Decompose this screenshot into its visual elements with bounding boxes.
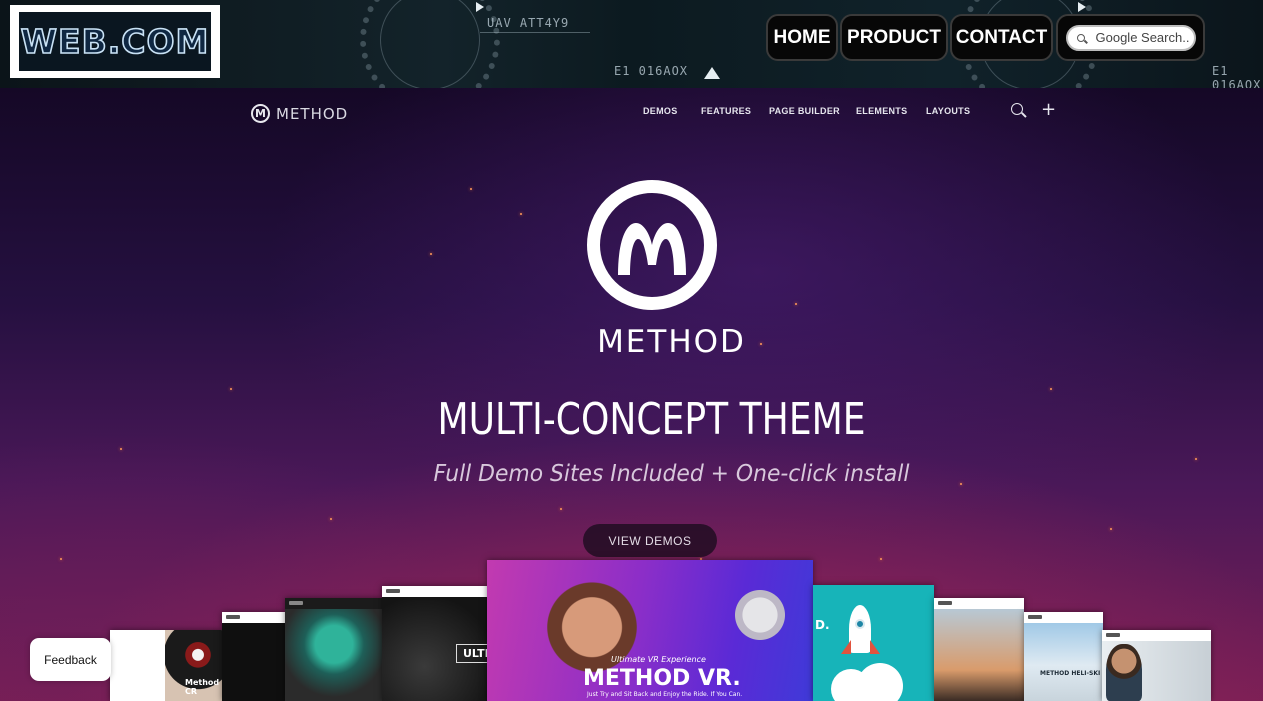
rocket-fin: [870, 640, 880, 654]
hero-headline: MULTI-CONCEPT THEME: [437, 394, 866, 445]
site-logo-text: WEB.COM: [20, 21, 210, 62]
hero-section: M METHOD DEMOS FEATURES PAGE BUILDER ELE…: [0, 88, 1263, 701]
hero-brand: METHOD: [597, 324, 746, 360]
method-logo-word: METHOD: [276, 104, 349, 123]
feedback-button[interactable]: Feedback: [30, 638, 111, 681]
demo-preview-heliski[interactable]: METHOD HELI-SKI: [1024, 612, 1103, 701]
nav-product-button[interactable]: PRODUCT: [840, 14, 948, 61]
preview-topbar: [285, 598, 383, 609]
demo-preview-portrait[interactable]: [1102, 630, 1211, 701]
preview-topbar: [1024, 612, 1103, 623]
hud-ring-decoration: [380, 0, 480, 88]
theme-nav-elements[interactable]: ELEMENTS: [856, 106, 907, 116]
method-emblem-icon: [587, 180, 717, 310]
demo-preview-cyclist[interactable]: [934, 598, 1024, 701]
preview-title: METHOD VR.: [583, 666, 741, 691]
method-logo-icon: M: [251, 104, 270, 123]
ember-decoration: [470, 188, 472, 190]
theme-nav-page-builder[interactable]: PAGE BUILDER: [769, 106, 840, 116]
hud-readout: UAV ATT4Y9: [487, 16, 570, 30]
hud-readout: E1 016AOX: [1212, 64, 1262, 88]
ember-decoration: [795, 303, 797, 305]
ember-decoration: [880, 558, 882, 560]
demo-preview-dark[interactable]: [222, 612, 286, 701]
site-header: UAV ATT4Y9 E1 016AOX E1 016AOX WEB.COM H…: [0, 0, 1263, 88]
theme-nav-features[interactable]: FEATURES: [701, 106, 751, 116]
preview-caption: D.: [815, 618, 830, 632]
view-demos-button[interactable]: VIEW DEMOS: [583, 524, 717, 557]
preview-topbar: [382, 586, 488, 597]
preview-topbar: [222, 612, 286, 623]
hud-divider: [480, 32, 590, 33]
vr-headset-image: [725, 580, 795, 650]
theme-nav-demos[interactable]: DEMOS: [643, 106, 678, 116]
ember-decoration: [230, 388, 232, 390]
method-nav-logo[interactable]: M METHOD: [251, 104, 348, 123]
site-logo[interactable]: WEB.COM: [10, 5, 220, 78]
ember-decoration: [430, 253, 432, 255]
preview-image: [1106, 644, 1142, 701]
triangle-icon: [704, 67, 720, 79]
play-icon: [476, 2, 484, 12]
rocket-window: [855, 619, 865, 629]
page: UAV ATT4Y9 E1 016AOX E1 016AOX WEB.COM H…: [0, 0, 1263, 701]
search-field[interactable]: [1065, 24, 1196, 51]
nav-home-button[interactable]: HOME: [766, 14, 838, 61]
ember-decoration: [1195, 458, 1197, 460]
plus-icon[interactable]: +: [1041, 101, 1056, 119]
demo-preview-creative[interactable]: Method CR: [110, 630, 222, 701]
ember-decoration: [120, 448, 122, 450]
search-icon[interactable]: [1011, 103, 1023, 115]
hero-subheadline: Full Demo Sites Included + One-click ins…: [433, 461, 910, 487]
theme-nav-layouts[interactable]: LAYOUTS: [926, 106, 970, 116]
rocket-fin: [841, 640, 851, 654]
ember-decoration: [1050, 388, 1052, 390]
cloud-decoration: [857, 663, 903, 701]
preview-caption: Method CR: [185, 678, 220, 696]
preview-tagline: Ultimate VR Experience: [611, 655, 706, 664]
play-icon: [1078, 2, 1086, 12]
demo-preview-crowd[interactable]: ULTI: [382, 586, 488, 701]
preview-caption: ULTI: [456, 644, 488, 663]
ember-decoration: [520, 213, 522, 215]
ember-decoration: [1110, 528, 1112, 530]
ember-decoration: [330, 518, 332, 520]
preview-subtitle: Just Try and Sit Back and Enjoy the Ride…: [587, 691, 743, 698]
hud-readout: E1 016AOX: [614, 64, 689, 78]
site-logo-plate: WEB.COM: [19, 12, 211, 71]
preview-caption: METHOD HELI-SKI: [1040, 670, 1101, 677]
search-icon: [1076, 33, 1085, 42]
ember-decoration: [60, 558, 62, 560]
search-box: [1056, 14, 1205, 61]
preview-topbar: [1102, 630, 1211, 641]
demo-preview-vr[interactable]: Ultimate VR Experience METHOD VR. Just T…: [487, 560, 813, 701]
rocket-icon: [849, 605, 871, 653]
demo-preview-smoke[interactable]: [285, 598, 383, 701]
ember-decoration: [560, 508, 562, 510]
preview-topbar: [934, 598, 1024, 609]
nav-contact-button[interactable]: CONTACT: [950, 14, 1053, 61]
demo-preview-rocket[interactable]: D.: [813, 585, 934, 701]
